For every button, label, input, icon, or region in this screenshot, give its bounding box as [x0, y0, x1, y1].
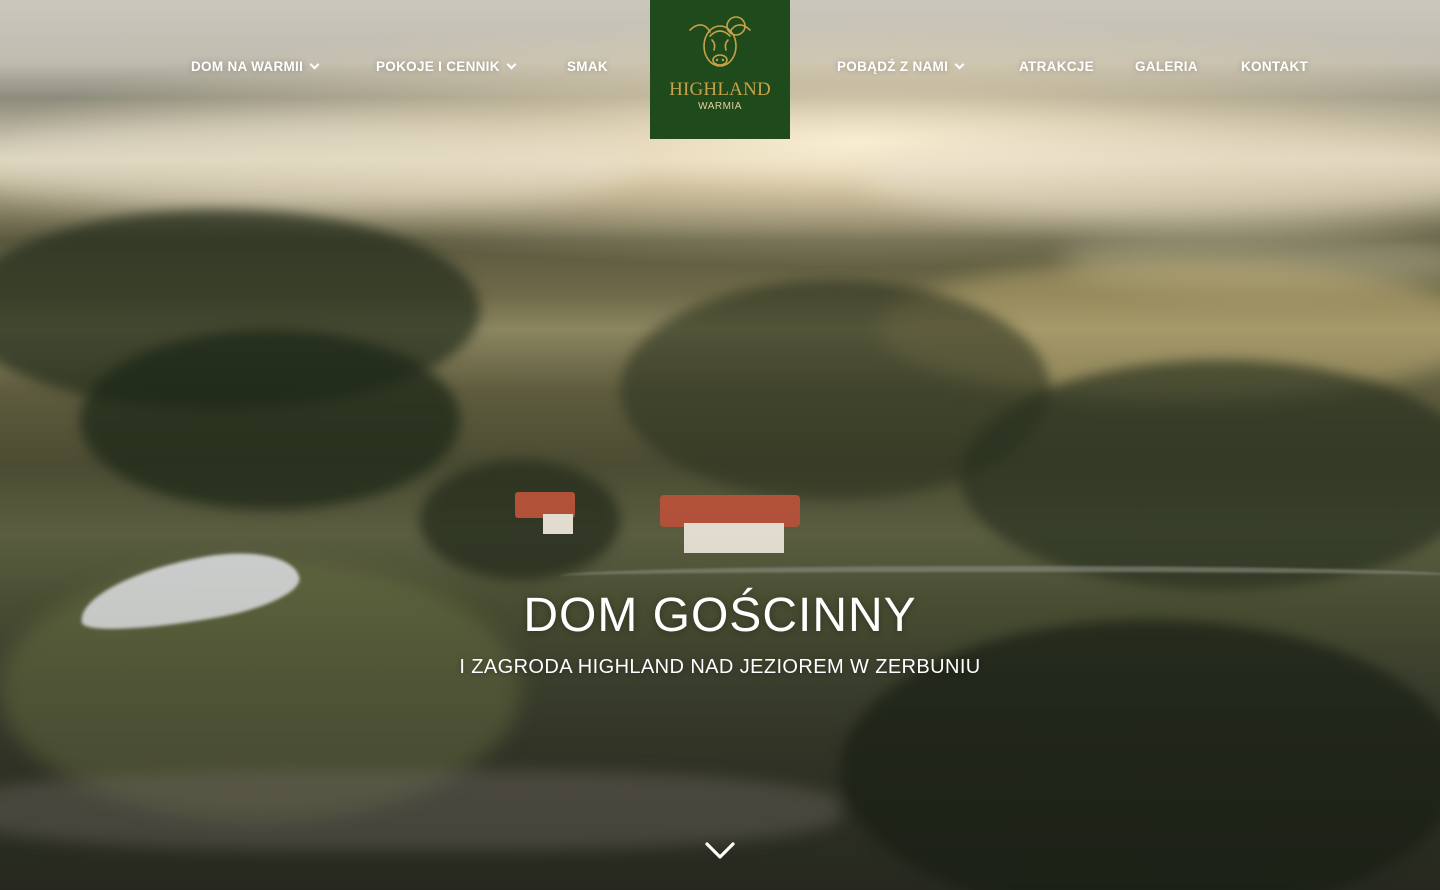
nav-item-label: SMAK	[567, 59, 608, 74]
scroll-down-button[interactable]	[705, 840, 752, 864]
hero-subtitle: I ZAGRODA HIGHLAND NAD JEZIOREM W ZERBUN…	[459, 656, 981, 678]
nav-item-label: GALERIA	[1135, 59, 1198, 74]
highland-cow-icon	[689, 16, 751, 67]
nav-item-pokoje-i-cennik[interactable]: POKOJE I CENNIK	[376, 57, 517, 77]
chevron-down-icon	[954, 59, 965, 70]
nav-item-label: ATRAKCJE	[1019, 59, 1094, 74]
nav-item-pobadz-z-nami[interactable]: POBĄDŹ Z NAMI	[837, 57, 965, 77]
nav-item-atrakcje[interactable]: ATRAKCJE	[1019, 57, 1094, 77]
chevron-down-icon	[506, 59, 517, 70]
nav-item-label: POBĄDŹ Z NAMI	[837, 59, 949, 74]
nav-item-label: KONTAKT	[1241, 59, 1309, 74]
site-logo[interactable]: HIGHLAND WARMIA	[650, 0, 790, 139]
nav-item-label: POKOJE I CENNIK	[376, 59, 500, 74]
nav-item-dom-na-warmii[interactable]: DOM NA WARMII	[191, 57, 320, 77]
hero-title: DOM GOŚCINNY	[523, 589, 917, 642]
nav-item-smak[interactable]: SMAK	[567, 57, 608, 77]
nav-item-kontakt[interactable]: KONTAKT	[1241, 57, 1308, 77]
logo-subtitle: WARMIA	[698, 101, 742, 112]
chevron-down-icon	[705, 842, 735, 859]
nav-item-label: DOM NA WARMII	[191, 59, 304, 74]
chevron-down-icon	[309, 59, 320, 70]
nav-item-galeria[interactable]: GALERIA	[1135, 57, 1198, 77]
logo-title: HIGHLAND	[669, 79, 771, 100]
